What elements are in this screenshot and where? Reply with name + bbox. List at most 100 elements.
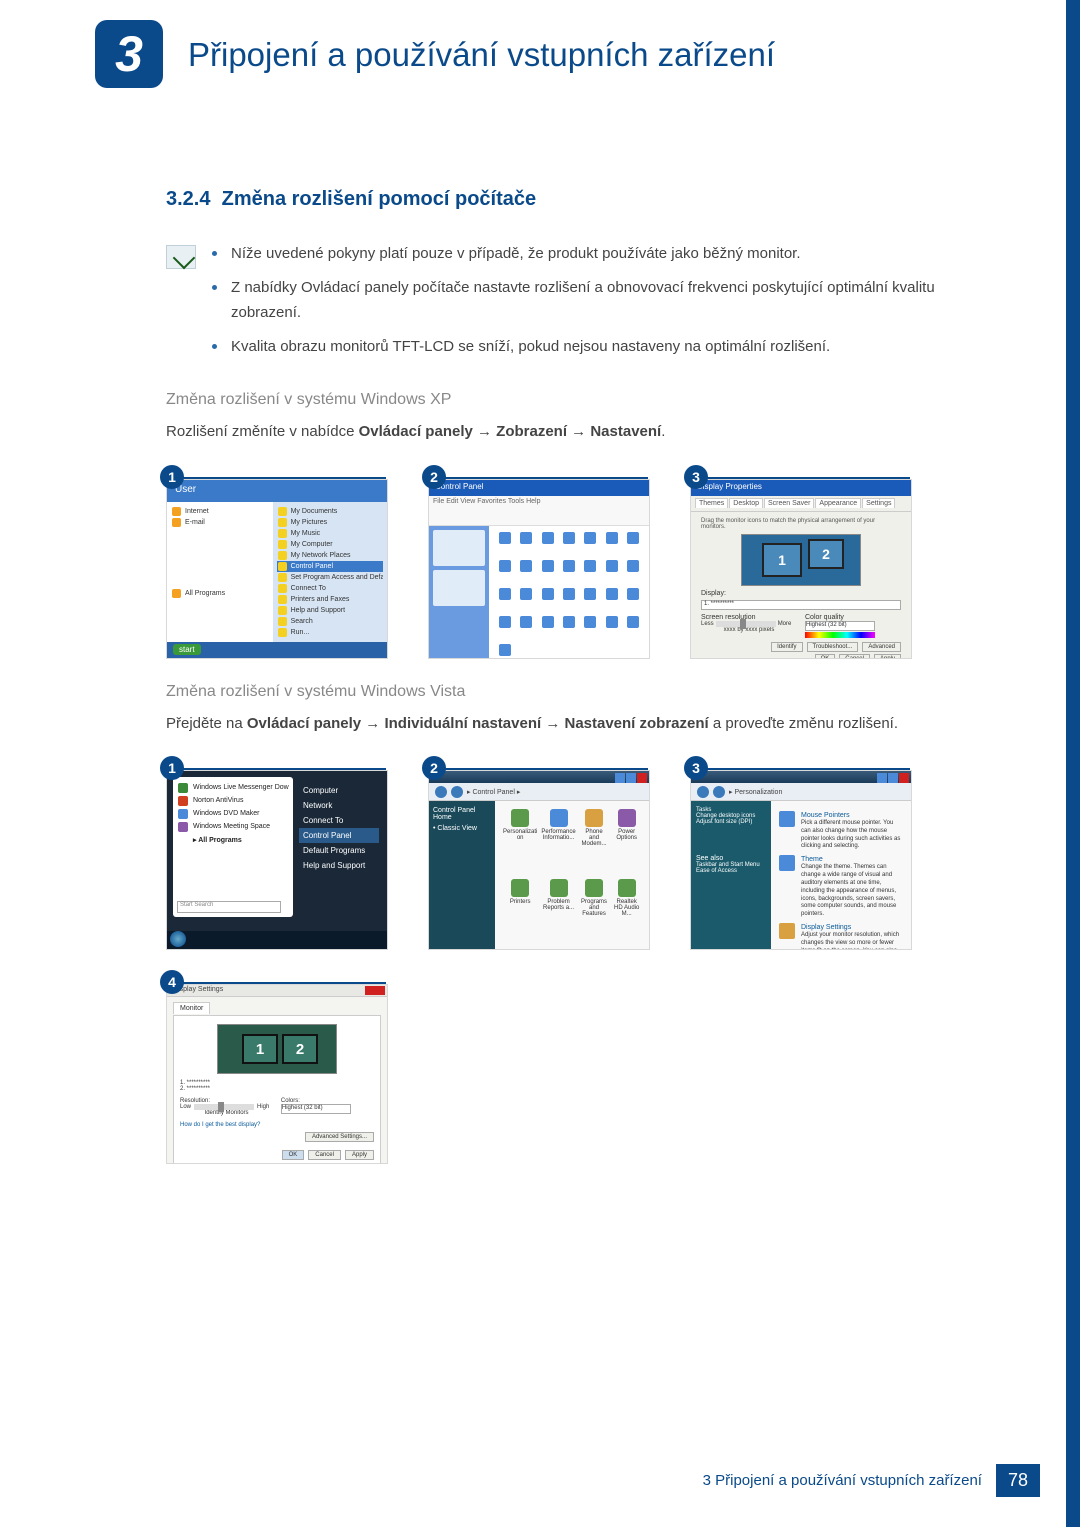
pz-sidebar: Tasks Change desktop icons Adjust font s… (691, 801, 771, 950)
side-item: Control Panel Home (433, 807, 491, 821)
window-title: Control Panel (429, 480, 649, 496)
resolution-slider (194, 1104, 254, 1110)
text: Rozlišení změníte v nabídce (166, 423, 359, 440)
mouse-icon (779, 811, 795, 827)
menu-item: All Programs (171, 588, 269, 599)
menu-item: Internet (171, 506, 269, 517)
addressbar: ▸ Control Panel ▸ (429, 783, 649, 801)
drag-text: Drag the monitor icons to match the phys… (701, 518, 901, 530)
apply-button: Apply (345, 1150, 374, 1160)
menu-item: Search (277, 616, 383, 627)
tab-settings: Settings (862, 498, 895, 508)
monitor-1: 1 (242, 1034, 278, 1064)
tab: Themes (695, 498, 728, 508)
xp-figure-row: 1 User Internet E-mail All Programs My D… (166, 479, 976, 659)
cp-icon: Personalizati on (503, 809, 537, 873)
step-badge: 2 (422, 756, 446, 780)
cp-icon: Realtek HD Audio M... (612, 879, 641, 943)
menu-item: My Pictures (277, 517, 383, 528)
identify-button: Identify (771, 642, 802, 652)
dialog-body: Drag the monitor icons to match the phys… (691, 512, 911, 659)
monitor-2: 2 (282, 1034, 318, 1064)
step-badge: 1 (160, 756, 184, 780)
cp-icon (602, 532, 621, 558)
menu-item: Default Programs (299, 843, 379, 858)
cp-sidebar (429, 526, 489, 659)
menu-item: Computer (299, 783, 379, 798)
cp-icon (495, 588, 514, 614)
address-text: Personalization (734, 789, 782, 796)
bullet-icon (212, 344, 217, 349)
close-icon (899, 773, 909, 783)
menu-item: Windows Meeting Space (177, 820, 289, 833)
menu-item: Run... (277, 627, 383, 638)
xp-taskbar: start (167, 642, 387, 659)
fwd-icon (451, 786, 463, 798)
cp-icon (516, 616, 535, 642)
cp-icon (538, 588, 557, 614)
monitor-2: 2 (808, 539, 844, 569)
minimize-icon (877, 773, 887, 783)
startmenu-right: Computer Network Connect To Control Pane… (299, 783, 379, 873)
vista-figure-3: 3 ▸ Personalization Tasks Change desktop… (690, 770, 912, 950)
menu-all-programs: ▸ All Programs (177, 833, 289, 847)
xp-heading: Změna rozlišení v systému Windows XP (166, 391, 976, 409)
step-badge: 2 (422, 465, 446, 489)
startmenu-left: Internet E-mail All Programs (167, 502, 273, 642)
pz-entry: Mouse PointersPick a different mouse poi… (779, 811, 903, 851)
step-badge: 3 (684, 465, 708, 489)
chapter-title: Připojení a používání vstupních zařízení (188, 36, 775, 74)
cp-icon-grid (489, 526, 649, 659)
window-title: Display Properties (691, 480, 911, 496)
menubar: File Edit View Favorites Tools Help (429, 496, 649, 526)
cp-icon (538, 560, 557, 586)
menu-item: Printers and Faxes (277, 594, 383, 605)
startmenu-right: My Documents My Pictures My Music My Com… (273, 502, 387, 642)
see-also: See also (696, 855, 766, 862)
side-item: Adjust font size (DPI) (696, 819, 766, 825)
label: All Programs (198, 837, 242, 844)
xp-controlpanel: Control Panel File Edit View Favorites T… (428, 479, 650, 659)
cp-icon (581, 560, 600, 586)
taskbar (167, 931, 387, 949)
cp-icon (538, 616, 557, 642)
cp-icon (495, 532, 514, 558)
xp-startmenu: User Internet E-mail All Programs My Doc… (166, 479, 388, 659)
tab: Desktop (729, 498, 763, 508)
res-more: More (778, 621, 792, 627)
menu-item: My Music (277, 528, 383, 539)
vista-controlpanel: ▸ Control Panel ▸ Control Panel Home • C… (428, 770, 650, 950)
res-value: xxxx by xxxx pixels (701, 627, 797, 633)
res-label: Screen resolution (701, 614, 797, 621)
menu-item: Connect To (299, 813, 379, 828)
label: Classic View (437, 825, 477, 832)
cp-icon (559, 616, 578, 642)
ok-button: OK (282, 1150, 305, 1160)
chapter-badge: 3 (95, 20, 163, 88)
cp-icon (495, 644, 514, 659)
tab: Screen Saver (764, 498, 814, 508)
side-item: • Classic View (433, 825, 491, 832)
low-label: Low (180, 1104, 191, 1110)
advanced-button: Advanced (862, 642, 901, 652)
tab: Appearance (815, 498, 861, 508)
startmenu-user: User (167, 480, 387, 502)
monitor-preview: 1 2 (217, 1024, 337, 1074)
resolution-slider (716, 621, 776, 627)
back-icon (435, 786, 447, 798)
cancel-button: Cancel (308, 1150, 341, 1160)
vista-figure-1: 1 Windows Live Messenger Download Norton… (166, 770, 388, 950)
titlebar (429, 771, 649, 783)
cp-icon (516, 560, 535, 586)
cq-select: Highest (32 bit) (805, 621, 875, 631)
bullet-icon (212, 285, 217, 290)
res-less: Less (701, 621, 714, 627)
vista-path: Přejděte na Ovládací panely → Individuál… (166, 711, 976, 737)
cp-sidebar: Control Panel Home • Classic View (429, 801, 495, 950)
start-button: start (173, 644, 201, 655)
content: 3.2.4 Změna rozlišení pomocí počítače Ní… (166, 188, 976, 1184)
note-list: Níže uvedené pokyny platí pouze v případ… (212, 241, 976, 367)
path-bold: Ovládací panely → Individuální nastavení… (247, 715, 709, 732)
color-strip-icon (805, 632, 875, 638)
cp-icon: Power Options (612, 809, 641, 873)
